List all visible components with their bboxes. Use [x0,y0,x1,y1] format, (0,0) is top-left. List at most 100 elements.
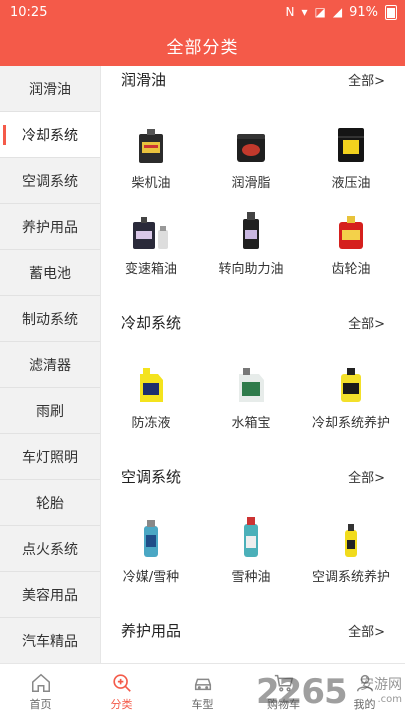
sidebar-item-label: 制动系统 [22,311,78,328]
section-header-cooling: 冷却系统 全部> [121,309,385,335]
sidebar-item-label: 美容用品 [22,587,78,604]
tab-car-model[interactable]: 车型 [162,664,243,720]
product-name: 液压油 [331,176,371,191]
sidebar-item-brake[interactable]: 制动系统 [0,296,100,342]
sidebar-item-label: 润滑油 [29,81,71,98]
view-all-link[interactable]: 全部> [348,313,385,332]
section-title: 空调系统 [121,467,182,486]
section-header-lubricant: 润滑油 全部> [121,66,385,92]
sidebar-item-label: 汽车精品 [22,633,78,650]
cooling-care-jug-icon [329,360,373,404]
home-icon [31,673,50,692]
sidebar-item-beauty[interactable]: 美容用品 [0,572,100,618]
product-item[interactable]: 转向助力油 [201,206,301,277]
sidebar-item-label: 雨刷 [36,403,64,420]
status-bar: 10:25 N ▾ ◪ ◢ 91% [0,0,405,24]
sidebar-item-ac[interactable]: 空调系统 [0,158,100,204]
category-search-icon [112,674,131,692]
section-title: 润滑油 [121,70,167,89]
grease-tub-icon [229,120,273,164]
status-time: 10:25 [10,4,48,20]
watermark-number: 2265 [256,672,348,712]
sidebar-item-battery[interactable]: 蓄电池 [0,250,100,296]
product-name: 水箱宝 [231,416,271,431]
section-title: 养护用品 [121,621,182,640]
tab-home[interactable]: 首页 [0,664,81,720]
product-name: 变速箱油 [124,262,177,277]
wifi-icon: ▾ [301,5,308,19]
gear-oil-icon [329,206,373,250]
sidebar-item-wiper[interactable]: 雨刷 [0,388,100,434]
sidebar-item-label: 养护用品 [22,219,78,236]
product-name: 雪种油 [231,570,271,585]
sidebar-item-accessories[interactable]: 汽车精品 [0,618,100,664]
sidebar-item-cooling[interactable]: 冷却系统 [0,112,100,158]
no-sim-icon: ◪ [314,5,326,19]
product-name: 冷媒/雪种 [122,570,180,585]
product-name: 柴机油 [131,176,171,191]
nfc-icon: N [285,5,295,19]
section-header-maintenance: 养护用品 全部> [121,617,385,643]
tab-category[interactable]: 分类 [81,664,162,720]
sidebar-item-lubricant[interactable]: 润滑油 [0,66,100,112]
product-item[interactable]: 防冻液 [101,360,201,431]
product-name: 冷却系统养护 [311,416,390,431]
coolant-jug-icon [229,360,273,404]
refrigerant-can-icon [129,514,173,558]
product-item[interactable]: 雪种油 [201,514,301,585]
oil-bottles-icon [129,206,173,250]
sidebar-item-label: 轮胎 [36,495,64,512]
product-name: 转向助力油 [218,262,284,277]
product-name: 齿轮油 [331,262,371,277]
section-title: 冷却系统 [121,313,182,332]
drum-icon [329,120,373,164]
tab-label: 车型 [191,698,214,711]
tab-label: 首页 [29,698,52,711]
product-item[interactable]: 齿轮油 [301,206,401,277]
product-item[interactable]: 空调系统养护 [301,514,401,585]
battery-percent: 91% [349,4,378,20]
watermark-text: 安游网 [360,677,402,693]
view-all-link[interactable]: 全部> [348,621,385,640]
sidebar-item-label: 滤清器 [29,357,71,374]
sidebar-item-tire[interactable]: 轮胎 [0,480,100,526]
sidebar-item-label: 蓄电池 [29,265,71,282]
product-item[interactable]: 液压油 [301,120,401,191]
product-item[interactable]: 变速箱油 [101,206,201,277]
product-name: 空调系统养护 [311,570,390,585]
category-content: 润滑油 全部> 柴机油 润滑脂 液压油 变速箱油 转向助力油 齿轮油 冷却系统 … [101,66,405,663]
car-icon [194,678,211,691]
refrigerant-oil-can-icon [229,514,273,558]
product-item[interactable]: 水箱宝 [201,360,301,431]
sidebar-item-filter[interactable]: 滤清器 [0,342,100,388]
sidebar-item-label: 冷却系统 [22,127,78,144]
top-bar: 10:25 N ▾ ◪ ◢ 91% 全部分类 [0,0,405,66]
product-name: 润滑脂 [231,176,271,191]
product-name: 防冻液 [131,416,171,431]
product-item[interactable]: 冷却系统养护 [301,360,401,431]
signal-icon: ◢ [332,5,343,19]
category-sidebar: 润滑油 冷却系统 空调系统 养护用品 蓄电池 制动系统 滤清器 雨刷 车灯照明 … [0,66,101,664]
status-icons: N ▾ ◪ ◢ 91% [285,4,397,20]
battery-icon [385,4,397,20]
page-title: 全部分类 [166,38,239,58]
antifreeze-jug-icon [129,360,173,404]
watermark: 2265 安游网 .com [256,668,404,718]
view-all-link[interactable]: 全部> [348,467,385,486]
sidebar-item-maintenance[interactable]: 养护用品 [0,204,100,250]
view-all-link[interactable]: 全部> [348,70,385,89]
product-item[interactable]: 冷媒/雪种 [101,514,201,585]
fluid-bottle-icon [229,206,273,250]
watermark-url: .com [377,694,402,705]
ac-care-spray-icon [329,514,373,558]
section-header-ac: 空调系统 全部> [121,463,385,489]
tab-label: 分类 [110,698,133,711]
sidebar-item-label: 点火系统 [22,541,78,558]
product-item[interactable]: 柴机油 [101,120,201,191]
sidebar-item-label: 空调系统 [22,173,78,190]
sidebar-item-ignition[interactable]: 点火系统 [0,526,100,572]
oil-can-icon [129,120,173,164]
sidebar-item-label: 车灯照明 [22,449,78,466]
sidebar-item-lighting[interactable]: 车灯照明 [0,434,100,480]
product-item[interactable]: 润滑脂 [201,120,301,191]
